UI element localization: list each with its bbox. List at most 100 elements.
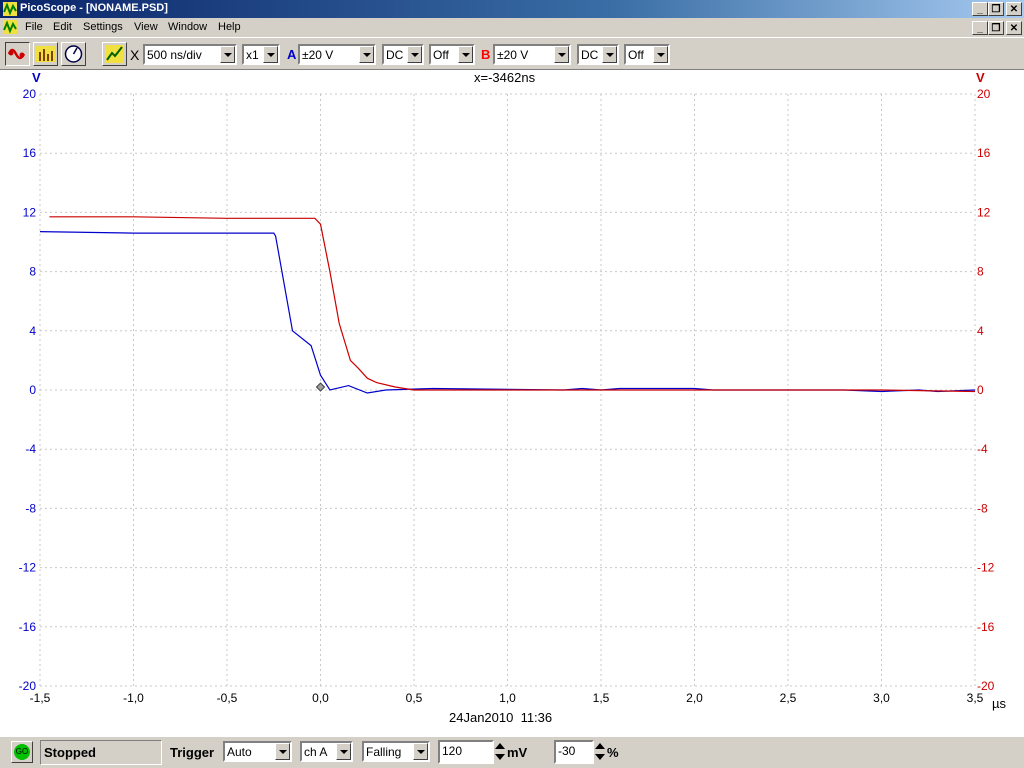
y-tick-label-right: 0 [977, 383, 984, 397]
channel-a-label: A [287, 47, 297, 62]
channel-b-label: B [481, 47, 491, 62]
channel-b-option-select[interactable]: Off [624, 44, 670, 65]
x-symbol: X [130, 47, 140, 63]
y-tick-label-left: 12 [23, 205, 37, 219]
y-tick-label-right: -8 [977, 501, 988, 515]
x-tick-label: 1,0 [499, 691, 516, 705]
y-tick-label-right: 8 [977, 265, 984, 279]
menu-settings[interactable]: Settings [83, 21, 123, 33]
y-tick-label-left: -16 [19, 620, 37, 634]
channel-b-coupling: DC [581, 48, 599, 62]
menu-view[interactable]: View [134, 21, 158, 33]
scope-chart: -1,5 -1,0 -0,5 0,0 0,5 1,0 1,5 2,0 2,5 3,0 3,5 20 20… [19, 70, 1007, 725]
scope-mode-button[interactable] [5, 42, 30, 66]
document-icon [3, 20, 17, 34]
y-tick-label-right: 4 [977, 324, 984, 338]
menu-window[interactable]: Window [168, 21, 207, 33]
trace-channel-b [49, 216, 976, 393]
x-unit: µs [992, 696, 1006, 711]
y-tick-label-left: -8 [25, 501, 36, 515]
trigger-channel-select[interactable]: ch A [300, 741, 353, 762]
x-tick-label: -0,5 [217, 691, 238, 705]
chevron-down-icon [413, 743, 428, 760]
mdi-restore-button[interactable]: ❐ [988, 21, 1004, 35]
trace-icon [105, 45, 124, 63]
threshold-input[interactable]: 120 [438, 740, 494, 764]
spin-up-icon [495, 743, 505, 749]
x-tick-label: 0,5 [406, 691, 423, 705]
channel-a-coupling-select[interactable]: DC [382, 44, 424, 65]
y-unit-left: V [32, 70, 41, 85]
go-label: GO [15, 747, 29, 756]
y-tick-label-right: -4 [977, 442, 988, 456]
menu-help[interactable]: Help [218, 21, 241, 33]
title-bar: PicoScope - [NONAME.PSD] _ ❐ ✕ [0, 0, 1024, 18]
mdi-close-button[interactable]: ✕ [1006, 21, 1022, 35]
trigger-mode-select[interactable]: Auto [223, 741, 292, 762]
menu-file[interactable]: File [25, 21, 43, 33]
channel-a-option: Off [433, 48, 449, 62]
zoom-select[interactable]: x1 [242, 44, 280, 65]
y-tick-label-left: 8 [29, 265, 36, 279]
threshold-value: 120 [442, 744, 463, 758]
threshold-spinner[interactable] [494, 741, 506, 763]
channel-b-option: Off [628, 48, 644, 62]
scope-wave-icon [7, 48, 26, 60]
chevron-down-icon [263, 46, 278, 63]
trace-button[interactable] [102, 42, 127, 66]
channel-b-coupling-select[interactable]: DC [577, 44, 619, 65]
x-tick-label: 0,0 [312, 691, 329, 705]
chevron-down-icon [653, 46, 668, 63]
menu-edit[interactable]: Edit [53, 21, 72, 33]
x-tick-label: 3,5 [967, 691, 984, 705]
mdi-minimize-button[interactable]: _ [972, 21, 988, 35]
go-icon: GO [14, 744, 30, 760]
spin-down-icon [595, 754, 605, 760]
pretrigger-value: -30 [558, 744, 576, 758]
meter-mode-button[interactable] [61, 42, 86, 66]
status-text: Stopped [44, 745, 96, 760]
spectrum-mode-button[interactable] [33, 42, 58, 66]
cursor-readout: x=-3462ns [474, 70, 536, 85]
chevron-down-icon [458, 46, 473, 63]
trigger-edge: Falling [366, 745, 402, 759]
y-tick-label-left: 20 [23, 87, 37, 101]
y-tick-label-right: 20 [977, 87, 991, 101]
menu-bar: File Edit Settings View Window Help _ ❐ … [0, 18, 1024, 37]
trigger-label: Trigger [170, 745, 215, 760]
chevron-down-icon [554, 46, 569, 63]
spin-down-icon [495, 754, 505, 760]
y-tick-label-right: -20 [977, 679, 995, 693]
channel-a-range: ±20 V [302, 48, 334, 62]
go-button[interactable]: GO [11, 741, 33, 763]
channel-a-option-select[interactable]: Off [429, 44, 475, 65]
timebase-select[interactable]: 500 ns/div [143, 44, 237, 65]
scope-display[interactable]: -1,5 -1,0 -0,5 0,0 0,5 1,0 1,5 2,0 2,5 3,0 3,5 20 20… [0, 70, 1024, 736]
pretrigger-unit: % [607, 745, 619, 760]
trigger-edge-select[interactable]: Falling [362, 741, 430, 762]
pretrigger-spinner[interactable] [594, 741, 606, 763]
channel-b-range: ±20 V [497, 48, 529, 62]
meter-dial-icon [64, 45, 83, 63]
zoom-value: x1 [246, 48, 259, 62]
channel-a-range-select[interactable]: ±20 V [298, 44, 376, 65]
restore-button[interactable]: ❐ [988, 2, 1004, 16]
timestamp: 24Jan2010 11:36 [449, 710, 552, 725]
x-tick-label: -1,0 [123, 691, 144, 705]
x-tick-label: 2,0 [686, 691, 703, 705]
status-field: Stopped [40, 740, 162, 765]
toolbar: X 500 ns/div x1 A ±20 V DC Off B ±20 V D… [0, 37, 1024, 70]
pretrigger-input[interactable]: -30 [554, 740, 594, 764]
y-tick-label-left: -12 [19, 561, 37, 575]
y-tick-label-left: 16 [23, 146, 37, 160]
channel-a-coupling: DC [386, 48, 404, 62]
trigger-marker-icon [315, 382, 326, 392]
chevron-down-icon [336, 743, 351, 760]
y-tick-label-left: 0 [29, 383, 36, 397]
channel-b-range-select[interactable]: ±20 V [493, 44, 571, 65]
trigger-mode: Auto [227, 745, 252, 759]
minimize-button[interactable]: _ [972, 2, 988, 16]
y-tick-label-right: 16 [977, 146, 991, 160]
picoscope-icon [3, 2, 17, 16]
close-button[interactable]: ✕ [1006, 2, 1022, 16]
